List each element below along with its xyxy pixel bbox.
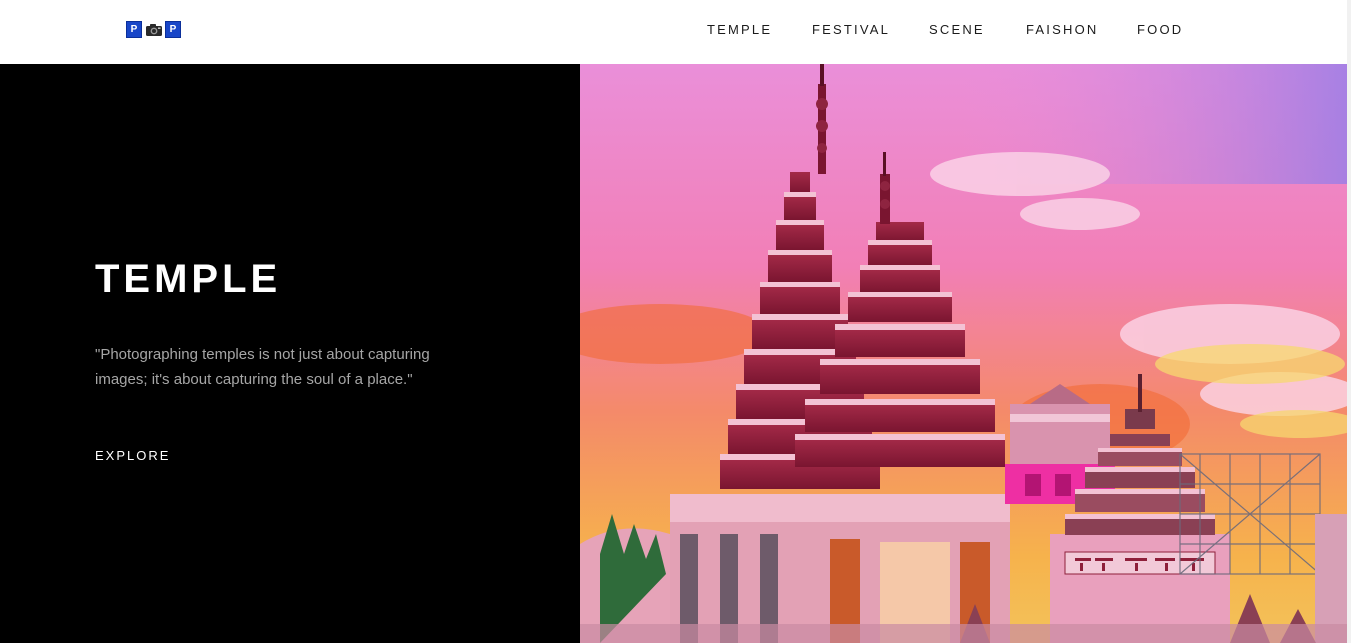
explore-link[interactable]: EXPLORE [95, 448, 170, 463]
hero-text-panel: TEMPLE "Photographing temples is not jus… [0, 64, 580, 643]
nav-item-food[interactable]: FOOD [1137, 22, 1183, 37]
main-nav: TEMPLE FESTIVAL SCENE FAISHON FOOD [0, 22, 1351, 42]
top-navbar: P P TEMPLE FESTIVAL SCENE FAISHON FOOD [0, 0, 1351, 64]
temple-photo [580, 64, 1347, 643]
nav-item-festival[interactable]: FESTIVAL [812, 22, 890, 37]
nav-item-faishon[interactable]: FAISHON [1026, 22, 1098, 37]
page-scrollbar[interactable] [1347, 0, 1351, 643]
nav-item-temple[interactable]: TEMPLE [707, 22, 772, 37]
nav-item-scene[interactable]: SCENE [929, 22, 985, 37]
hero-title: TEMPLE [95, 257, 282, 301]
hero-quote: "Photographing temples is not just about… [95, 346, 430, 388]
